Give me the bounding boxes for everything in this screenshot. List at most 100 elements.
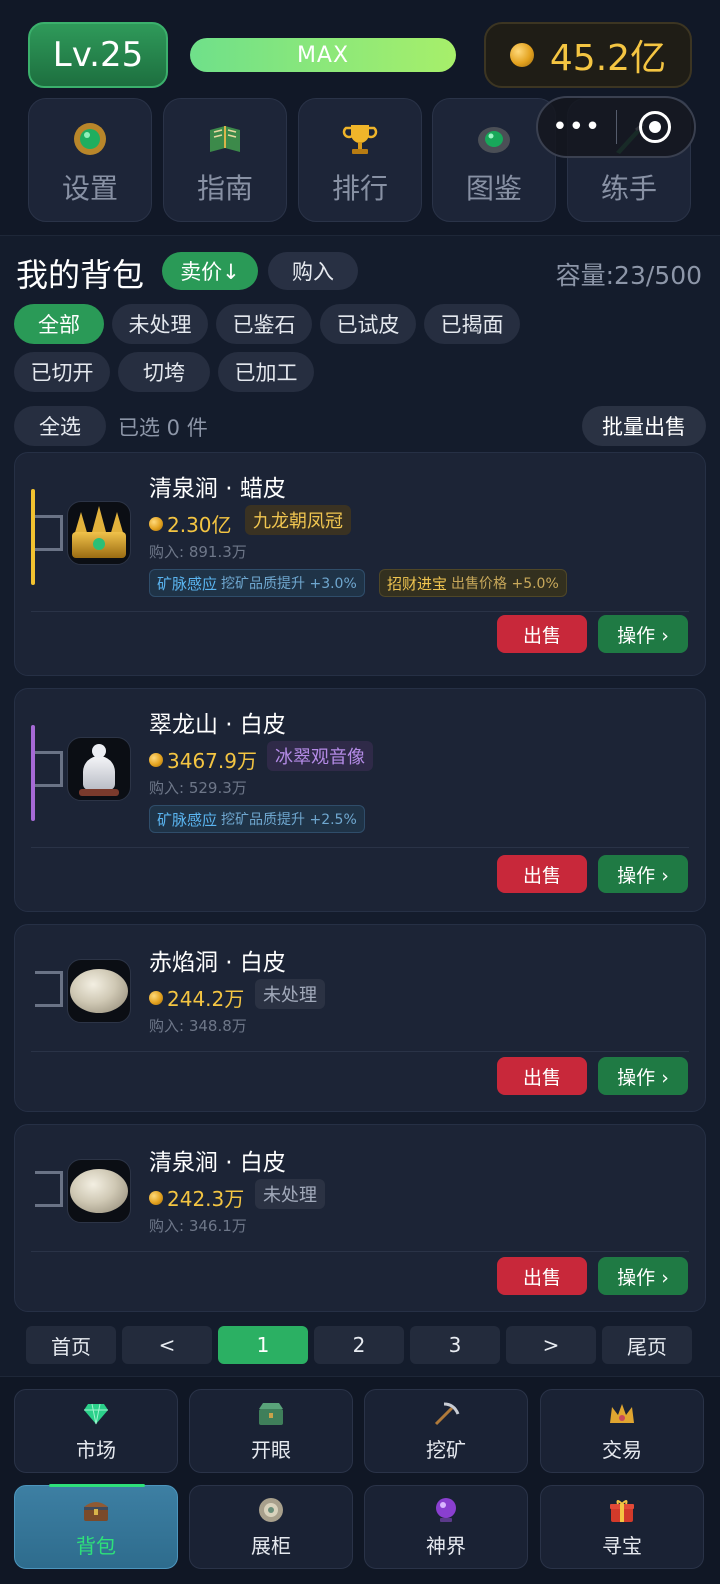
item-card[interactable]: 清泉涧 · 蜡皮 2.30亿 九龙朝凤冠 购入: 891.3万 矿脉感应 挖矿品质… [14, 452, 706, 676]
item-name: 翠龙山 · 白皮 [149, 712, 286, 738]
operate-button[interactable]: 操作 › [598, 1257, 688, 1295]
more-menu-icon[interactable]: ••• [538, 112, 616, 142]
mini-program-capsule: ••• [536, 96, 696, 158]
item-tag: 冰翠观音像 [267, 741, 373, 771]
buy-price: 购入: 348.8万 [149, 1017, 247, 1035]
sell-button[interactable]: 出售 [497, 1057, 587, 1095]
gold-coin-icon [509, 43, 534, 67]
nav-tile-ranking[interactable]: 排行 [298, 98, 422, 222]
page-last-button[interactable]: 尾页 [602, 1326, 692, 1364]
sell-button[interactable]: 出售 [497, 1257, 587, 1295]
pickaxe-icon [432, 1400, 460, 1428]
bottom-nav-label: 寻宝 [602, 1533, 642, 1558]
bottom-nav-open-eye[interactable]: 开眼 [189, 1389, 353, 1473]
item-thumbnail [67, 737, 131, 801]
sort-by-buy-price-button[interactable]: 购入 [268, 252, 358, 290]
item-card[interactable]: 清泉涧 · 白皮 242.3万 未处理 购入: 346.1万 出售 操作 › [14, 1124, 706, 1312]
level-badge[interactable]: Lv.25 [28, 22, 168, 88]
card-divider [31, 1251, 689, 1252]
bottom-nav-label: 神界 [426, 1533, 466, 1558]
bottom-nav-backpack[interactable]: 背包 [14, 1484, 178, 1569]
nav-tile-guide[interactable]: 指南 [163, 98, 287, 222]
nav-label: 图鉴 [465, 172, 522, 205]
gold-coin-icon [149, 1190, 163, 1205]
checkbox-bracket-icon[interactable] [35, 1171, 63, 1207]
nav-label: 指南 [196, 172, 253, 205]
sell-button[interactable]: 出售 [497, 615, 587, 653]
operate-button[interactable]: 操作 › [598, 1057, 688, 1095]
filter-unprocessed[interactable]: 未处理 [112, 304, 208, 344]
sort-by-sell-price-button[interactable]: 卖价↓ [162, 252, 258, 290]
filter-processed[interactable]: 已加工 [218, 352, 314, 392]
item-name: 赤焰洞 · 白皮 [149, 950, 286, 976]
bottom-nav: 市场 开眼 挖矿 交易 背包 展柜 神界 寻宝 [0, 1376, 720, 1584]
crown-icon [608, 1400, 636, 1428]
bottom-nav-label: 挖矿 [426, 1437, 466, 1462]
card-divider [31, 1051, 689, 1052]
filter-cut-open[interactable]: 已切开 [14, 352, 110, 392]
page-3-button[interactable]: 3 [410, 1326, 500, 1364]
filter-identified[interactable]: 已鉴石 [216, 304, 312, 344]
buy-price: 购入: 529.3万 [149, 779, 247, 797]
page-1-button[interactable]: 1 [218, 1326, 308, 1364]
checkbox-bracket-icon[interactable] [35, 515, 63, 551]
bottom-nav-showcase[interactable]: 展柜 [189, 1485, 353, 1569]
item-price: 242.3万 [149, 1183, 244, 1212]
filter-all[interactable]: 全部 [14, 304, 104, 344]
emerald-ornament-icon [70, 119, 110, 159]
bottom-nav-label: 开眼 [251, 1437, 291, 1462]
item-name: 清泉涧 · 白皮 [149, 1150, 286, 1176]
selected-count: 已选 0 件 [118, 416, 208, 440]
nav-label: 设置 [61, 172, 118, 205]
top-header: Lv.25 MAX 45.2亿 设置 指南 排行 图鉴 练手 ••• [0, 0, 720, 236]
nav-label: 排行 [331, 172, 388, 205]
bottom-nav-mining[interactable]: 挖矿 [364, 1389, 528, 1473]
bottom-nav-market[interactable]: 市场 [14, 1389, 178, 1473]
xp-bar: MAX [190, 38, 456, 72]
checkbox-bracket-icon[interactable] [35, 751, 63, 787]
trophy-icon [340, 119, 380, 159]
gold-coin-icon [149, 752, 163, 767]
bottom-nav-divine-realm[interactable]: 神界 [364, 1485, 528, 1569]
close-miniprogram-button[interactable] [617, 111, 695, 143]
gem-stone-icon [474, 119, 514, 159]
jade-box-icon [257, 1400, 285, 1428]
operate-button[interactable]: 操作 › [598, 615, 688, 653]
item-card[interactable]: 赤焰洞 · 白皮 244.2万 未处理 购入: 348.8万 出售 操作 › [14, 924, 706, 1112]
crown-artifact-icon [72, 506, 126, 558]
raw-stone-icon [70, 1169, 128, 1213]
item-thumbnail [67, 959, 131, 1023]
raw-stone-icon [70, 969, 128, 1013]
bottom-nav-trade[interactable]: 交易 [540, 1389, 704, 1473]
bottom-nav-treasure-hunt[interactable]: 寻宝 [540, 1485, 704, 1569]
filter-window-opened[interactable]: 已揭面 [424, 304, 520, 344]
guanyin-statue-icon [79, 742, 119, 796]
item-card[interactable]: 翠龙山 · 白皮 3467.9万 冰翠观音像 购入: 529.3万 矿脉感应 挖矿… [14, 688, 706, 912]
book-icon [205, 119, 245, 159]
buff-badge: 招财进宝 出售价格 +5.0% [379, 569, 567, 597]
item-thumbnail [67, 501, 131, 565]
card-divider [31, 611, 689, 612]
buff-badge: 矿脉感应 挖矿品质提升 +2.5% [149, 805, 365, 833]
item-tag: 九龙朝凤冠 [245, 505, 351, 535]
filter-collapsed[interactable]: 切垮 [118, 352, 210, 392]
gold-coin-icon [149, 990, 163, 1005]
item-name: 清泉涧 · 蜡皮 [149, 476, 286, 502]
page-2-button[interactable]: 2 [314, 1326, 404, 1364]
operate-button[interactable]: 操作 › [598, 855, 688, 893]
item-tag: 未处理 [255, 979, 325, 1009]
page-first-button[interactable]: 首页 [26, 1326, 116, 1364]
gold-balance[interactable]: 45.2亿 [484, 22, 692, 88]
checkbox-bracket-icon[interactable] [35, 971, 63, 1007]
select-all-button[interactable]: 全选 [14, 406, 106, 446]
item-price: 244.2万 [149, 983, 244, 1012]
filter-skin-tested[interactable]: 已试皮 [320, 304, 416, 344]
page-prev-button[interactable]: < [122, 1326, 212, 1364]
buy-price: 购入: 346.1万 [149, 1217, 247, 1235]
bulk-sell-button[interactable]: 批量出售 [582, 406, 706, 446]
gift-box-icon [608, 1496, 636, 1524]
buy-price: 购入: 891.3万 [149, 543, 247, 561]
page-next-button[interactable]: > [506, 1326, 596, 1364]
sell-button[interactable]: 出售 [497, 855, 587, 893]
nav-tile-settings[interactable]: 设置 [28, 98, 152, 222]
